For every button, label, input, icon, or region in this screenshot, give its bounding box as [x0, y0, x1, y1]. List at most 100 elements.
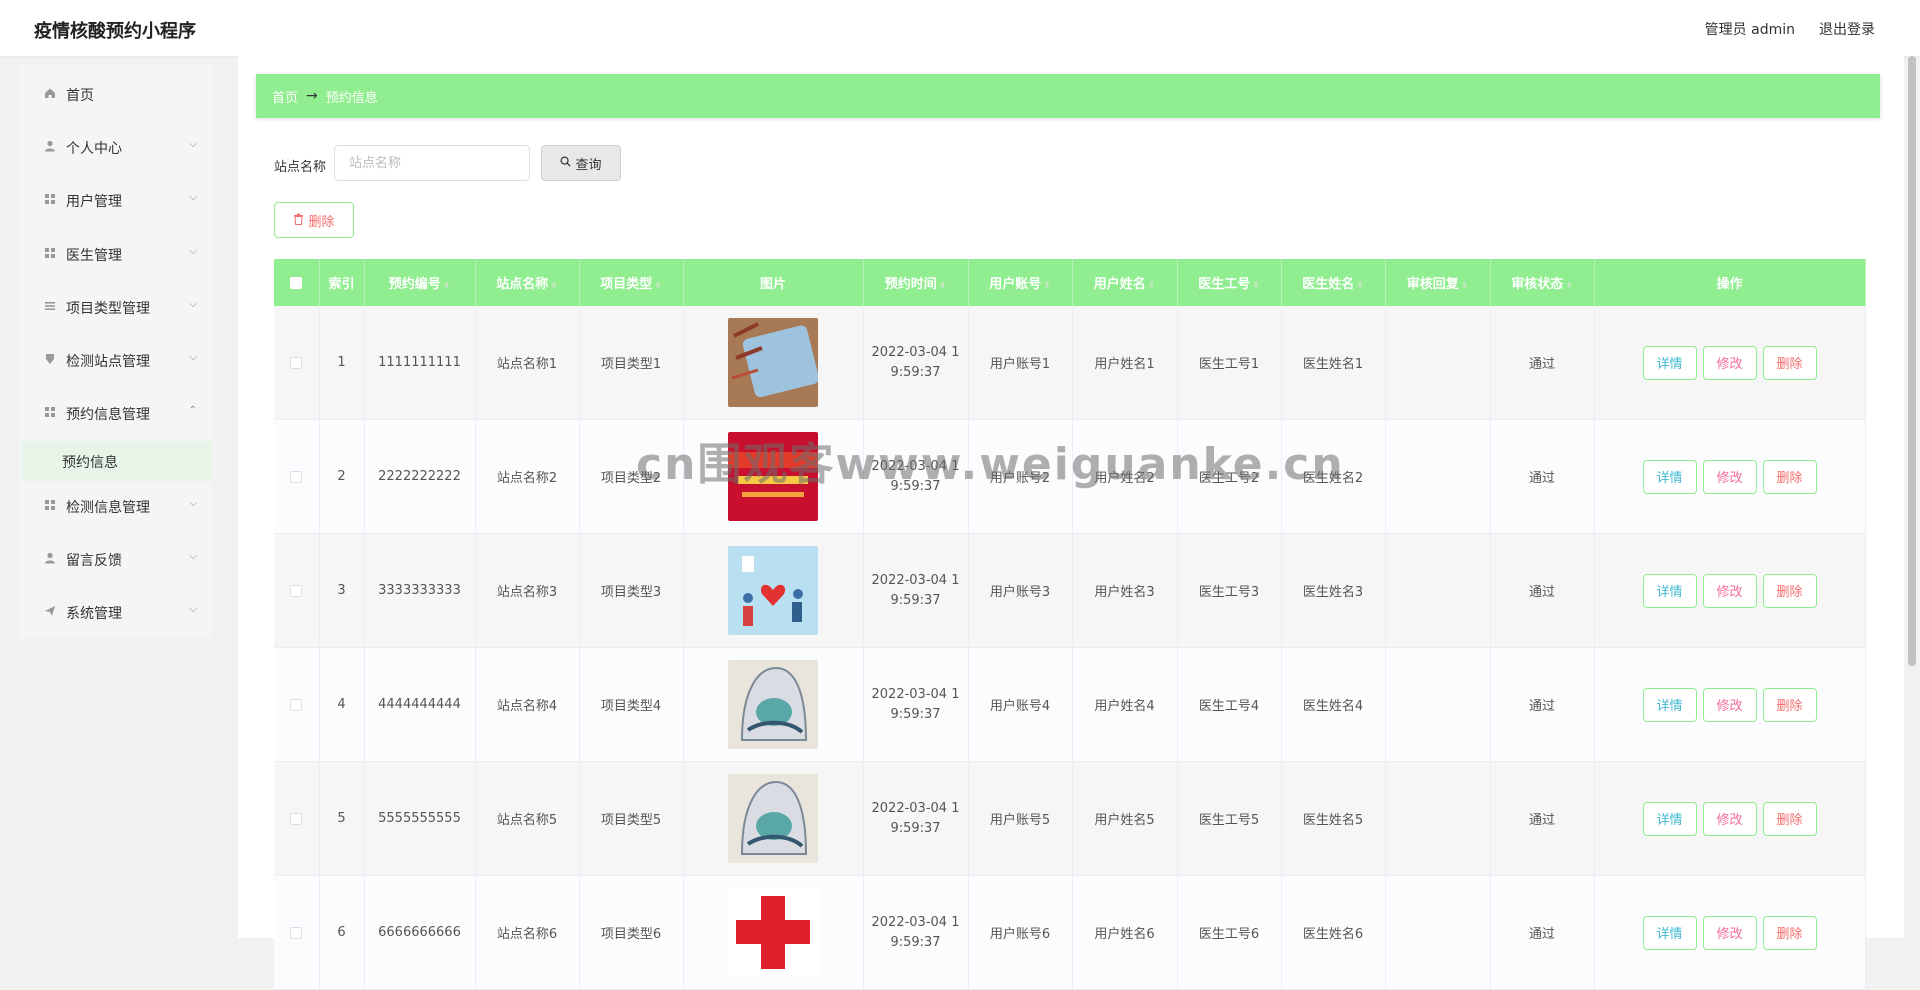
sidebar-item-sites[interactable]: 检测站点管理 ⌵	[20, 340, 211, 380]
row-image[interactable]	[728, 432, 818, 521]
cell-type: 项目类型6	[579, 875, 684, 990]
detail-button[interactable]: 详情	[1642, 801, 1697, 836]
search-input[interactable]	[334, 145, 530, 181]
sidebar-item-label: 留言反馈	[66, 553, 122, 569]
edit-button[interactable]: 修改	[1702, 687, 1757, 722]
sidebar-item-home[interactable]: 首页	[20, 74, 211, 114]
cell-account: 用户账号1	[968, 306, 1073, 420]
sort-icon: ⬍	[1147, 281, 1156, 291]
cell-reply	[1385, 533, 1491, 648]
breadcrumb-home[interactable]: 首页	[272, 87, 298, 106]
column-header[interactable]: 项目类型 ⬍	[579, 259, 684, 306]
cell-index: 4	[319, 647, 365, 762]
sidebar-item-label: 检测信息管理	[66, 500, 150, 516]
select-all-cell[interactable]	[274, 259, 320, 306]
detail-button[interactable]: 详情	[1642, 915, 1697, 950]
app-title: 疫情核酸预约小程序	[34, 21, 196, 42]
cell-account: 用户账号3	[968, 533, 1073, 648]
delete-button[interactable]: 删除	[1762, 459, 1817, 494]
sort-icon: ⬍	[1460, 281, 1469, 291]
detail-button[interactable]: 详情	[1642, 345, 1697, 380]
sidebar-item-system[interactable]: 系统管理 ⌵	[20, 592, 211, 632]
edit-button[interactable]: 修改	[1702, 915, 1757, 950]
sidebar-item-feedback[interactable]: 留言反馈 ⌵	[20, 539, 211, 579]
chevron-down-icon: ⌵	[189, 246, 197, 257]
detail-button[interactable]: 详情	[1642, 573, 1697, 608]
grid-icon	[44, 406, 56, 418]
column-header[interactable]: 预约时间 ⬍	[863, 259, 969, 306]
detail-button[interactable]: 详情	[1642, 459, 1697, 494]
column-header: 操作	[1594, 259, 1866, 306]
edit-button[interactable]: 修改	[1702, 459, 1757, 494]
sidebar-item-label: 用户管理	[66, 194, 122, 210]
row-image[interactable]	[728, 660, 818, 749]
cell-name: 用户姓名1	[1072, 306, 1178, 420]
delete-button[interactable]: 删除	[1762, 687, 1817, 722]
select-all-checkbox[interactable]	[290, 276, 303, 289]
cell-index: 3	[319, 533, 365, 648]
edit-button[interactable]: 修改	[1702, 345, 1757, 380]
batch-delete-button[interactable]: 删除	[274, 202, 354, 238]
detail-button[interactable]: 详情	[1642, 687, 1697, 722]
sidebar-subitem-label: 预约信息	[62, 455, 118, 471]
search-button-label: 查询	[575, 157, 602, 173]
sort-icon: ⬍	[1356, 281, 1364, 291]
sort-icon: ⬍	[1043, 281, 1051, 291]
sidebar-item-project-types[interactable]: 项目类型管理 ⌵	[20, 287, 211, 327]
cell-account: 用户账号6	[968, 875, 1073, 990]
pin-icon	[44, 353, 56, 365]
sidebar-item-profile[interactable]: 个人中心 ⌵	[20, 127, 211, 167]
cell-reply	[1385, 306, 1491, 420]
edit-button[interactable]: 修改	[1702, 573, 1757, 608]
cell-status: 通过	[1490, 419, 1595, 534]
column-header[interactable]: 医生姓名 ⬍	[1281, 259, 1386, 306]
cell-image	[683, 306, 864, 420]
row-image[interactable]	[728, 774, 818, 863]
breadcrumb: 首页 → 预约信息	[256, 74, 1880, 118]
delete-button[interactable]: 删除	[1762, 801, 1817, 836]
sidebar-item-doctors[interactable]: 医生管理 ⌵	[20, 234, 211, 274]
row-image[interactable]	[728, 318, 818, 407]
column-header[interactable]: 预约编号 ⬍	[364, 259, 476, 306]
cell-doctor-no: 医生工号4	[1177, 647, 1282, 762]
delete-button[interactable]: 删除	[1762, 915, 1817, 950]
table-row: 3 3333333333 站点名称3 项目类型3 2022-03-04 1 9:5…	[274, 533, 1866, 648]
search-button[interactable]: 查询	[541, 145, 621, 181]
edit-button[interactable]: 修改	[1702, 801, 1757, 836]
column-header[interactable]: 审核回复 ⬍	[1385, 259, 1491, 306]
sidebar-item-users[interactable]: 用户管理 ⌵	[20, 180, 211, 220]
sidebar-item-label: 项目类型管理	[66, 301, 150, 317]
logout-link[interactable]: 退出登录	[1819, 19, 1875, 39]
cell-doctor-no: 医生工号6	[1177, 875, 1282, 990]
column-header[interactable]: 医生工号 ⬍	[1177, 259, 1282, 306]
delete-button[interactable]: 删除	[1762, 345, 1817, 380]
row-checkbox[interactable]	[290, 812, 303, 825]
send-icon	[44, 605, 56, 617]
row-checkbox[interactable]	[290, 698, 303, 711]
grid-icon	[44, 193, 56, 205]
table-row: 2 2222222222 站点名称2 项目类型2 2022-03-04 1 9:5…	[274, 419, 1866, 534]
cell-doctor-name: 医生姓名6	[1281, 875, 1386, 990]
column-header[interactable]: 站点名称 ⬍	[475, 259, 580, 306]
cell-index: 5	[319, 761, 365, 876]
batch-delete-label: 删除	[308, 214, 335, 230]
row-checkbox[interactable]	[290, 356, 303, 369]
grid-icon	[44, 247, 56, 259]
cell-index: 2	[319, 419, 365, 534]
scrollbar-thumb[interactable]	[1908, 56, 1916, 666]
delete-button[interactable]: 删除	[1762, 573, 1817, 608]
column-header[interactable]: 用户姓名 ⬍	[1072, 259, 1178, 306]
sidebar-item-tests[interactable]: 检测信息管理 ⌵	[20, 486, 211, 526]
cell-time: 2022-03-04 1 9:59:37	[863, 647, 969, 762]
cell-doctor-no: 医生工号3	[1177, 533, 1282, 648]
row-image[interactable]	[728, 888, 818, 977]
cell-order-no: 5555555555	[364, 761, 476, 876]
row-checkbox[interactable]	[290, 584, 303, 597]
column-header[interactable]: 用户账号 ⬍	[968, 259, 1073, 306]
column-header[interactable]: 审核状态 ⬍	[1490, 259, 1595, 306]
sidebar-subitem-appointment-info[interactable]: 预约信息	[22, 441, 211, 481]
row-checkbox[interactable]	[290, 926, 303, 939]
row-checkbox[interactable]	[290, 470, 303, 483]
row-image[interactable]	[728, 546, 818, 635]
sidebar-item-appointments[interactable]: 预约信息管理 ⌃	[20, 393, 211, 433]
